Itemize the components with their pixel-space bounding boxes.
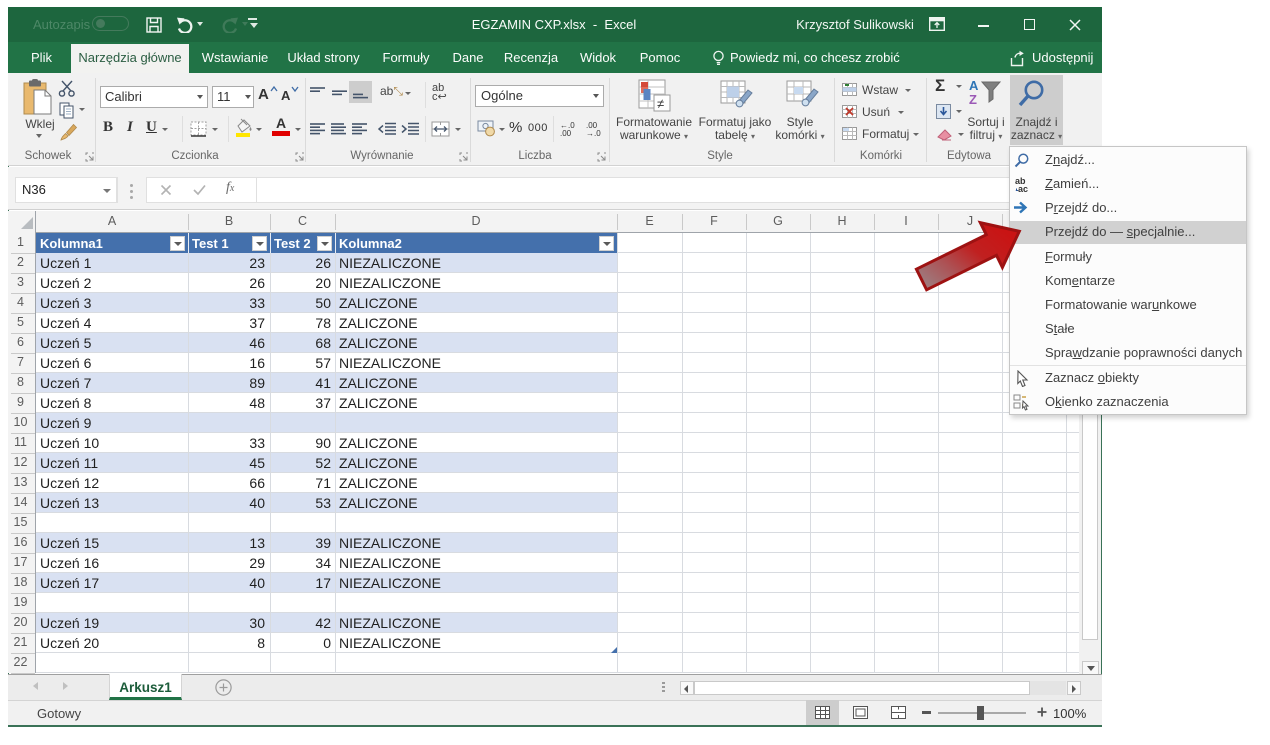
svg-text:≠: ≠ bbox=[657, 96, 664, 111]
svg-text:A: A bbox=[969, 78, 979, 93]
svg-text:→.0: →.0 bbox=[586, 129, 601, 137]
svg-text:ac: ac bbox=[1018, 184, 1028, 193]
svg-text:Z: Z bbox=[969, 92, 977, 106]
svg-text:.00: .00 bbox=[560, 129, 572, 137]
